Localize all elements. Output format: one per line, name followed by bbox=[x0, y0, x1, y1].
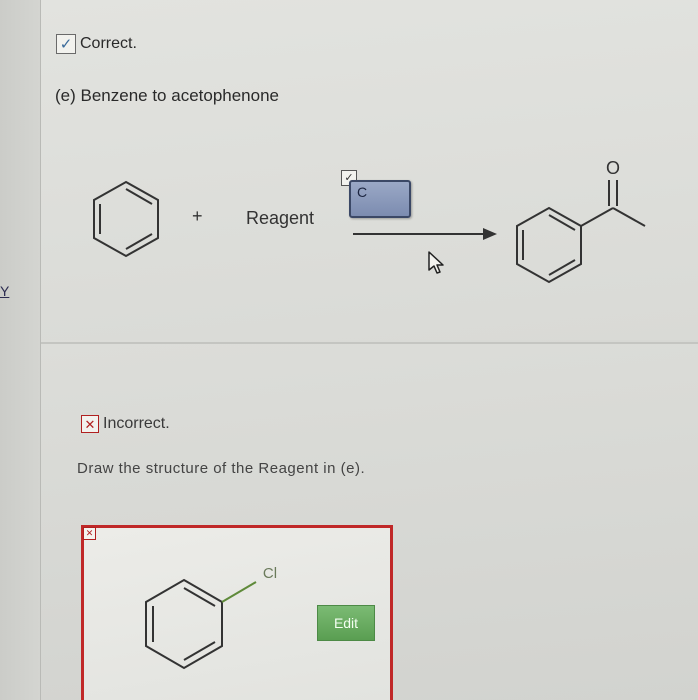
chlorobenzene-structure: Cl bbox=[145, 565, 277, 670]
reagent-answer-box[interactable]: C bbox=[349, 180, 411, 218]
page: Y ✓ Correct. (e) Benzene to acetophenone… bbox=[0, 0, 698, 700]
sidebar-link-fragment[interactable]: Y bbox=[0, 283, 9, 299]
left-sidebar: Y bbox=[0, 0, 41, 700]
question-prompt: Draw the structure of the Reagent in (e)… bbox=[77, 460, 366, 477]
benzene-structure bbox=[93, 180, 159, 258]
question-content: ✓ Correct. (e) Benzene to acetophenone +… bbox=[41, 0, 698, 700]
reagent-label: Reagent bbox=[246, 208, 315, 228]
correct-status-text: Correct. bbox=[80, 35, 137, 52]
answer-drawing-panel: ✕ Cl Edit bbox=[81, 525, 393, 700]
incorrect-status-text: Incorrect. bbox=[103, 415, 170, 432]
question-title: (e) Benzene to acetophenone bbox=[55, 86, 280, 105]
checkmark-icon: ✓ bbox=[56, 34, 76, 54]
edit-button[interactable]: Edit bbox=[317, 605, 375, 641]
question-part-e: ✓ Correct. (e) Benzene to acetophenone +… bbox=[41, 0, 698, 340]
reaction-arrow-icon bbox=[353, 228, 497, 240]
acetophenone-structure: O bbox=[516, 158, 646, 284]
reagent-box-text: C bbox=[357, 184, 368, 200]
oxygen-atom-label: O bbox=[606, 158, 620, 178]
mouse-pointer-icon bbox=[428, 251, 444, 274]
chlorine-atom-label: Cl bbox=[263, 565, 277, 582]
x-mark-icon: ✕ bbox=[81, 415, 99, 433]
answer-close-icon[interactable]: ✕ bbox=[83, 527, 96, 540]
correct-status: ✓ Correct. bbox=[56, 34, 137, 54]
incorrect-status: ✕ Incorrect. bbox=[81, 415, 170, 433]
plus-sign: + bbox=[192, 206, 203, 226]
